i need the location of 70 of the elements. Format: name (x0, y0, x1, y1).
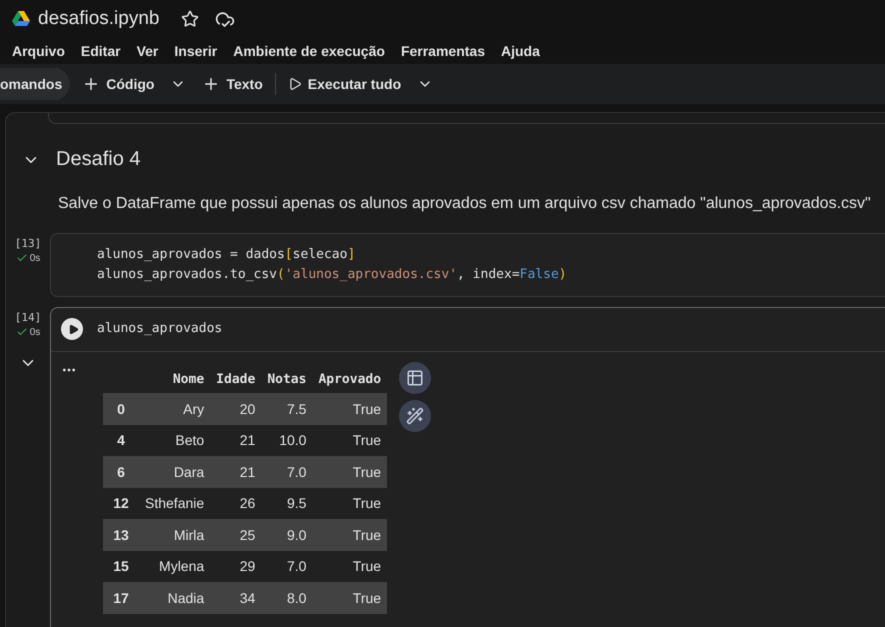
table-cell: 10.0 (261, 424, 312, 456)
add-text-button[interactable]: Texto (196, 68, 269, 100)
menu-item[interactable]: Ver (136, 43, 158, 59)
table-cell: Nadia (139, 582, 210, 614)
table-cell: 7.0 (261, 456, 312, 488)
code-cell[interactable]: alunos_aprovados Nome Idade Notas Aprovado 0 Ary 20 7.5 True 4 Beto 21 10.0 True 6 Dara 21 7.0 True 12 Sthefanie 26 9.5 True 13 Mirla 25 9.0 True 15 Mylena 29 7.0 True 17 Nadia 34 8.0 True (50, 307, 885, 627)
commands-button[interactable]: omandos (0, 68, 70, 100)
table-cell: 21 (210, 456, 262, 488)
table-cell: True (312, 488, 388, 519)
table-cell: Dara (139, 456, 210, 488)
table-cell: Beto (139, 424, 210, 456)
menu-item[interactable]: Ferramentas (400, 43, 485, 59)
table-view-button[interactable] (399, 362, 432, 394)
table-cell: 34 (210, 582, 262, 614)
row-index: 6 (103, 456, 139, 488)
code-text[interactable]: alunos_aprovados = dados[selecao] alunos_aprovados.to_csv('alunos_aprovados.csv', index=False) (97, 245, 567, 285)
table-cell: 8.0 (261, 582, 312, 614)
run-all-button[interactable]: Executar tudo (282, 68, 408, 100)
menu-item[interactable]: Ambiente de execução (233, 43, 385, 59)
column-header: Nome (139, 366, 210, 393)
table-cell: 25 (210, 519, 262, 550)
run-cell-button[interactable] (61, 318, 83, 340)
row-index: 15 (103, 550, 139, 582)
row-index: 13 (103, 519, 139, 550)
notebook-title: desafios.ipynb (38, 8, 160, 30)
table-cell: 26 (210, 488, 262, 519)
menu-item[interactable]: Editar (80, 43, 121, 59)
table-cell: 21 (210, 424, 262, 456)
run-time: 0s (16, 326, 40, 338)
code-text[interactable]: alunos_aprovados (97, 319, 222, 339)
column-header: Notas (261, 366, 312, 393)
table-cell: True (312, 550, 388, 582)
table-cell: 29 (210, 550, 262, 582)
column-header: Aprovado (312, 366, 388, 393)
code-cell[interactable]: alunos_aprovados = dados[selecao] alunos_aprovados.to_csv('alunos_aprovados.csv', index=False) (50, 233, 885, 297)
magic-wand-button[interactable] (399, 400, 432, 432)
table-cell: Ary (139, 393, 210, 424)
section-text: Salve o DataFrame que possui apenas os alunos aprovados em um arquivo csv chamado "alunos_aprovados.csv" (57, 194, 872, 213)
table-cell: 7.5 (261, 393, 312, 424)
run-time: 0s (16, 252, 40, 264)
menu-item[interactable]: Ajuda (500, 43, 540, 59)
section-heading: Desafio 4 (56, 148, 140, 171)
table-cell: True (312, 424, 388, 456)
row-index: 0 (103, 393, 139, 424)
drive-logo-icon (12, 11, 30, 27)
row-index: 17 (103, 582, 139, 614)
table-cell: 7.0 (261, 550, 312, 582)
table-cell: True (312, 456, 388, 488)
execution-count: [13] (14, 237, 42, 250)
table-icon (406, 369, 424, 387)
table-cell: True (312, 393, 388, 424)
play-icon (68, 324, 78, 334)
star-icon[interactable] (181, 10, 200, 28)
add-code-button[interactable]: Código (76, 68, 160, 100)
menu-item[interactable]: Inserir (174, 43, 218, 59)
row-index: 4 (103, 424, 139, 456)
execution-count: [14] (14, 311, 42, 324)
menu-item[interactable]: Arquivo (12, 43, 65, 59)
table-cell: Mirla (139, 519, 210, 550)
table-cell: True (312, 582, 388, 614)
table-cell: Mylena (139, 550, 210, 582)
table-cell: 9.0 (261, 519, 312, 550)
table-cell: 9.5 (261, 488, 312, 519)
table-cell: 20 (210, 393, 262, 424)
magic-wand-icon (406, 407, 424, 425)
column-header: Idade (210, 366, 262, 393)
row-index: 12 (103, 488, 139, 519)
play-icon (288, 77, 302, 91)
table-cell: True (312, 519, 388, 550)
table-cell: Sthefanie (139, 488, 210, 519)
